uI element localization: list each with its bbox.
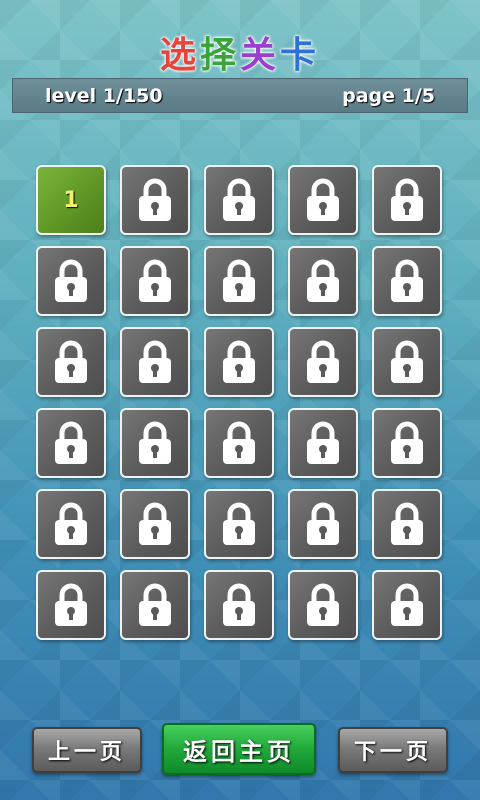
lock-icon — [139, 340, 171, 383]
lock-icon — [307, 178, 339, 221]
title-char: 择 — [199, 35, 240, 76]
level-tile-locked[interactable] — [288, 327, 358, 397]
next-page-button[interactable]: 下一页 — [338, 727, 448, 773]
lock-icon — [223, 340, 255, 383]
lock-icon — [223, 178, 255, 221]
lock-icon — [55, 259, 87, 302]
level-tile-locked[interactable] — [204, 489, 274, 559]
level-progress: level 1/150 — [45, 84, 163, 107]
lock-icon — [139, 502, 171, 545]
level-tile-locked[interactable] — [120, 165, 190, 235]
lock-icon — [223, 583, 255, 626]
level-tile-locked[interactable] — [288, 570, 358, 640]
level-tile-locked[interactable] — [120, 489, 190, 559]
level-tile-locked[interactable] — [36, 570, 106, 640]
level-tile-locked[interactable] — [372, 489, 442, 559]
level-grid: 1 — [36, 165, 446, 640]
lock-icon — [391, 502, 423, 545]
level-tile-unlocked[interactable]: 1 — [36, 165, 106, 235]
lock-icon — [55, 583, 87, 626]
level-tile-locked[interactable] — [120, 327, 190, 397]
level-tile-locked[interactable] — [288, 246, 358, 316]
lock-icon — [307, 259, 339, 302]
title-char: 卡 — [280, 35, 321, 76]
level-tile-locked[interactable] — [372, 408, 442, 478]
level-tile-locked[interactable] — [204, 327, 274, 397]
title-char: 选 — [159, 35, 200, 76]
level-tile-locked[interactable] — [36, 327, 106, 397]
level-tile-locked[interactable] — [288, 408, 358, 478]
lock-icon — [55, 340, 87, 383]
lock-icon — [307, 421, 339, 464]
lock-icon — [223, 259, 255, 302]
level-tile-locked[interactable] — [120, 246, 190, 316]
info-bar: level 1/150 page 1/5 — [12, 78, 468, 113]
page-title: 选择关卡 — [0, 26, 480, 78]
level-tile-locked[interactable] — [372, 246, 442, 316]
lock-icon — [223, 421, 255, 464]
home-button[interactable]: 返回主页 — [162, 723, 316, 775]
level-tile-locked[interactable] — [288, 165, 358, 235]
prev-page-button[interactable]: 上一页 — [32, 727, 142, 773]
lock-icon — [307, 583, 339, 626]
level-tile-locked[interactable] — [36, 489, 106, 559]
page-indicator: page 1/5 — [342, 84, 435, 107]
lock-icon — [307, 502, 339, 545]
lock-icon — [139, 583, 171, 626]
level-tile-locked[interactable] — [120, 570, 190, 640]
level-tile-locked[interactable] — [372, 327, 442, 397]
lock-icon — [391, 178, 423, 221]
level-tile-locked[interactable] — [372, 570, 442, 640]
level-tile-locked[interactable] — [204, 408, 274, 478]
lock-icon — [307, 340, 339, 383]
lock-icon — [223, 502, 255, 545]
lock-icon — [391, 583, 423, 626]
lock-icon — [139, 421, 171, 464]
lock-icon — [391, 259, 423, 302]
lock-icon — [55, 421, 87, 464]
level-tile-locked[interactable] — [36, 246, 106, 316]
lock-icon — [55, 502, 87, 545]
level-tile-locked[interactable] — [204, 570, 274, 640]
title-char: 关 — [240, 35, 281, 76]
level-tile-locked[interactable] — [372, 165, 442, 235]
lock-icon — [139, 259, 171, 302]
level-tile-locked[interactable] — [36, 408, 106, 478]
lock-icon — [391, 340, 423, 383]
lock-icon — [391, 421, 423, 464]
level-tile-locked[interactable] — [204, 165, 274, 235]
level-tile-locked[interactable] — [288, 489, 358, 559]
level-number: 1 — [63, 187, 79, 213]
level-tile-locked[interactable] — [120, 408, 190, 478]
lock-icon — [139, 178, 171, 221]
level-tile-locked[interactable] — [204, 246, 274, 316]
